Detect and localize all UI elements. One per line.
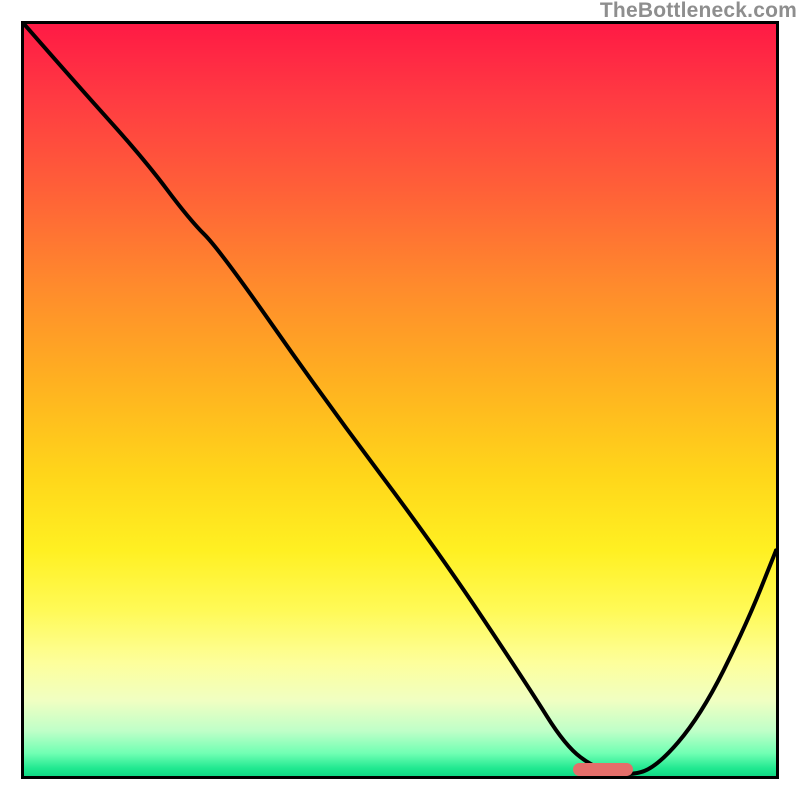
- optimal-range-marker: [573, 763, 633, 776]
- watermark-text: TheBottleneck.com: [600, 0, 797, 23]
- bottleneck-curve: [24, 24, 776, 776]
- chart-plot-area: [24, 24, 776, 776]
- chart-frame: [21, 21, 779, 779]
